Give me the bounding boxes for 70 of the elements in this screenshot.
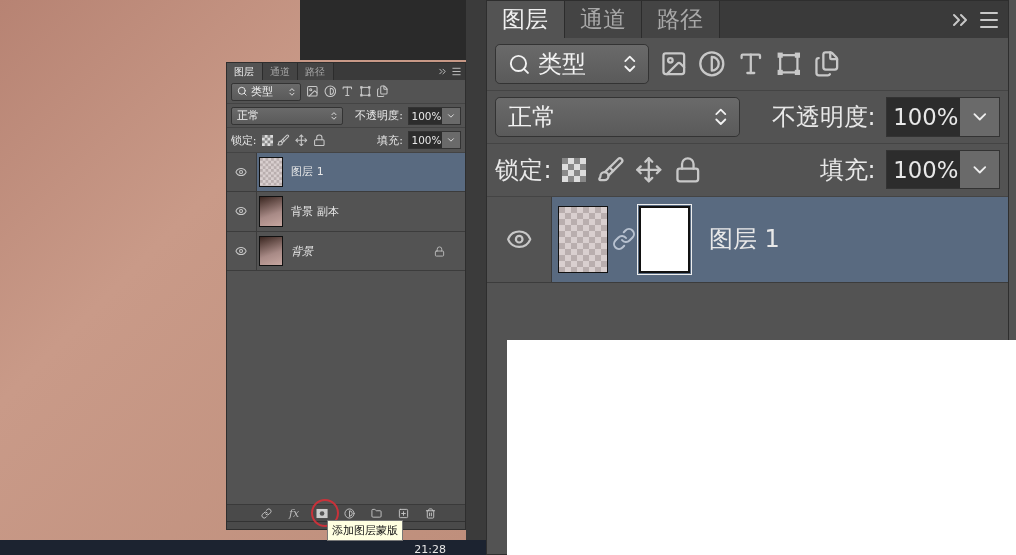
- fill-field[interactable]: 100%: [407, 130, 461, 150]
- layer-row[interactable]: 背景 副本: [227, 192, 465, 232]
- layer-row[interactable]: 图层 1: [227, 152, 465, 193]
- layer-row[interactable]: 图层 1: [487, 196, 1009, 283]
- checkerboard-icon[interactable]: [562, 157, 587, 182]
- link-icon[interactable]: [261, 507, 272, 519]
- mask-thumbnail: [639, 205, 690, 273]
- up-down-icon: [328, 110, 339, 121]
- blend-mode-dropdown[interactable]: 正常: [495, 97, 741, 137]
- clock-time: 21:28: [414, 544, 446, 555]
- smart-object-icon[interactable]: [376, 85, 390, 98]
- layer-name: 背景: [291, 243, 314, 259]
- image-icon[interactable]: [306, 85, 319, 98]
- dropdown-button[interactable]: [442, 131, 460, 149]
- panel-tab[interactable]: 路径: [642, 1, 720, 39]
- search-icon: [508, 52, 532, 76]
- smart-object-icon[interactable]: [813, 50, 841, 78]
- effects-button[interactable]: fx: [287, 507, 301, 519]
- eye-icon[interactable]: [235, 205, 248, 218]
- adjustment-icon[interactable]: [344, 507, 356, 519]
- up-down-icon: [287, 86, 297, 97]
- panel-tab[interactable]: 通道: [262, 63, 299, 81]
- mask-icon[interactable]: [316, 507, 329, 519]
- lock-icon[interactable]: [312, 133, 326, 147]
- brush-icon[interactable]: [277, 133, 291, 147]
- menu-icon[interactable]: [450, 66, 462, 77]
- adjustment-icon[interactable]: [323, 85, 337, 98]
- panel-tab[interactable]: 路径: [298, 63, 334, 81]
- opacity-field[interactable]: 100%: [886, 97, 1000, 137]
- eye-icon[interactable]: [235, 165, 248, 178]
- fill-field[interactable]: 100%: [886, 149, 1000, 190]
- opacity-label: 不透明度:: [771, 101, 876, 133]
- filter-dropdown[interactable]: 类型: [495, 44, 649, 84]
- lock-icon[interactable]: [673, 155, 702, 184]
- dropdown-button[interactable]: [442, 107, 460, 124]
- folder-icon[interactable]: [371, 507, 383, 519]
- adjustment-icon[interactable]: [698, 50, 726, 78]
- lock-label: 锁定:: [230, 132, 257, 148]
- fill-label: 填充:: [819, 154, 876, 186]
- opacity-label: 不透明度:: [355, 108, 403, 124]
- move-icon[interactable]: [295, 133, 308, 147]
- opacity-field[interactable]: 100%: [407, 106, 461, 125]
- blend-mode-dropdown[interactable]: 正常: [230, 106, 344, 125]
- chevron-down-icon: [446, 135, 457, 145]
- search-icon: [237, 86, 248, 97]
- move-icon[interactable]: [635, 155, 664, 184]
- new-layer-icon[interactable]: [398, 507, 410, 519]
- eye-icon[interactable]: [235, 245, 248, 258]
- layer-name: 背景 副本: [291, 204, 339, 219]
- checkerboard-icon[interactable]: [261, 134, 273, 146]
- brush-icon[interactable]: [597, 155, 625, 184]
- collapse-icon[interactable]: [437, 66, 449, 77]
- fill-label: 填充:: [377, 132, 403, 148]
- layer-name: 图层 1: [291, 164, 324, 180]
- layer-thumbnail: [557, 205, 609, 273]
- dropdown-button[interactable]: [960, 150, 999, 189]
- panel-tab[interactable]: 通道: [564, 1, 643, 39]
- panel-tab[interactable]: 图层: [227, 63, 263, 81]
- layer-name: 图层 1: [708, 224, 780, 256]
- tooltip: 添加图层蒙版: [327, 520, 403, 541]
- layer-row[interactable]: 背景: [227, 231, 465, 272]
- filter-dropdown[interactable]: 类型: [230, 82, 302, 101]
- lock-label: 锁定:: [495, 154, 552, 186]
- trash-icon[interactable]: [425, 507, 437, 519]
- text-icon[interactable]: [341, 85, 354, 98]
- dropdown-button[interactable]: [960, 98, 999, 136]
- panel-tab[interactable]: 图层: [487, 1, 565, 39]
- layer-thumbnail: [259, 156, 283, 188]
- image-icon[interactable]: [659, 50, 688, 78]
- shape-icon[interactable]: [358, 85, 372, 98]
